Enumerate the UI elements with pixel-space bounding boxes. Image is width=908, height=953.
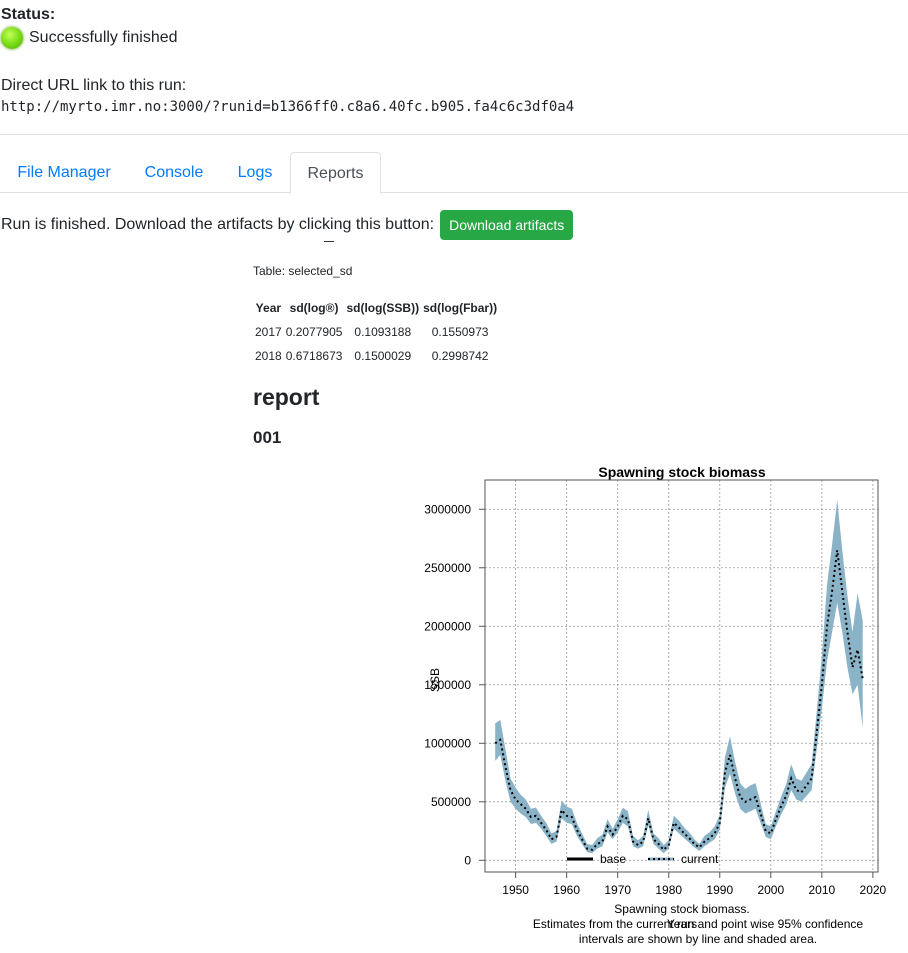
column-header: Year: [255, 301, 282, 315]
caption-line-3: intervals are shown by line and shaded a…: [579, 932, 817, 946]
caption-line-2: Estimates from the current run and point…: [533, 917, 863, 931]
chart-title: Spawning stock biomass: [598, 464, 765, 480]
y-tick-label: 3000000: [424, 502, 471, 516]
legend: base current: [567, 852, 719, 866]
y-tick-label: 2000000: [424, 619, 471, 633]
status-label: Status:: [1, 6, 56, 23]
status-text: Successfully finished: [29, 29, 178, 46]
y-tick-label: 2500000: [424, 561, 471, 575]
table-cell: 0.6718673: [285, 349, 343, 363]
x-axis: 1950 1960 1970 1980 1990 2000 2010 2020: [502, 872, 887, 897]
x-tick-label: 1950: [502, 883, 529, 897]
legend-label-base: base: [600, 852, 626, 866]
tab-console[interactable]: Console: [128, 152, 220, 193]
tab-bar: File Manager Console Logs Reports: [0, 152, 908, 194]
table-cell: 0.2998742: [431, 349, 489, 363]
table-cell: 2017: [255, 325, 282, 339]
table-row: 2018 0.6718673 0.1500029 0.2998742: [253, 344, 499, 368]
tab-file-manager[interactable]: File Manager: [0, 152, 128, 193]
download-row: Run is finished. Download the artifacts …: [1, 210, 574, 240]
x-tick-label: 2020: [860, 883, 887, 897]
legend-label-current: current: [681, 852, 719, 866]
report-heading: report: [253, 384, 320, 410]
chart-grid: [485, 480, 878, 872]
download-artifacts-button[interactable]: Download artifacts: [440, 210, 574, 240]
confidence-band: [495, 499, 863, 854]
separator-dash: [324, 241, 334, 242]
series-line-current: [494, 550, 864, 852]
table-header-row: Year sd(log®) sd(log(SSB)) sd(log(Fbar)): [253, 296, 499, 320]
column-header: sd(log(Fbar)): [423, 301, 498, 315]
x-tick-label: 1980: [655, 883, 682, 897]
sd-table: Year sd(log®) sd(log(SSB)) sd(log(Fbar))…: [253, 296, 499, 368]
ssb-chart: Spawning stock biomass 05000001000000150…: [424, 464, 887, 946]
y-tick-label: 0: [464, 853, 471, 867]
column-header: sd(log(SSB)): [346, 301, 420, 315]
table-cell: 0.1550973: [431, 325, 489, 339]
y-tick-label: 1000000: [424, 736, 471, 750]
table-cell: 0.2077905: [285, 325, 343, 339]
status-row: Successfully finished: [1, 26, 178, 50]
column-header: sd(log®): [289, 301, 339, 315]
table-cell: 0.1500029: [354, 349, 412, 363]
url-label: Direct URL link to this run:: [1, 77, 187, 94]
plot-frame: [484, 479, 879, 873]
y-axis-label: SSB: [428, 668, 442, 692]
run-url[interactable]: http://myrto.imr.no:3000/?runid=b1366ff0…: [1, 99, 574, 115]
table-caption: Table: selected_sd: [253, 264, 353, 278]
table-cell: 2018: [255, 349, 282, 363]
x-tick-label: 1970: [604, 883, 631, 897]
x-tick-label: 2010: [809, 883, 836, 897]
table-cell: 0.1093188: [354, 325, 412, 339]
report-subheading: 001: [253, 428, 282, 447]
y-tick-label: 500000: [431, 795, 471, 809]
divider: [0, 134, 908, 135]
x-tick-label: 2000: [757, 883, 784, 897]
caption-line-1: Spawning stock biomass.: [614, 902, 749, 916]
status-indicator-icon: [1, 27, 23, 49]
x-tick-label: 1960: [553, 883, 580, 897]
download-instructions: Run is finished. Download the artifacts …: [1, 216, 435, 233]
x-tick-label: 1990: [706, 883, 733, 897]
table-row: 2017 0.2077905 0.1093188 0.1550973: [253, 320, 499, 344]
tab-reports[interactable]: Reports: [290, 152, 381, 194]
tab-logs[interactable]: Logs: [220, 152, 290, 193]
